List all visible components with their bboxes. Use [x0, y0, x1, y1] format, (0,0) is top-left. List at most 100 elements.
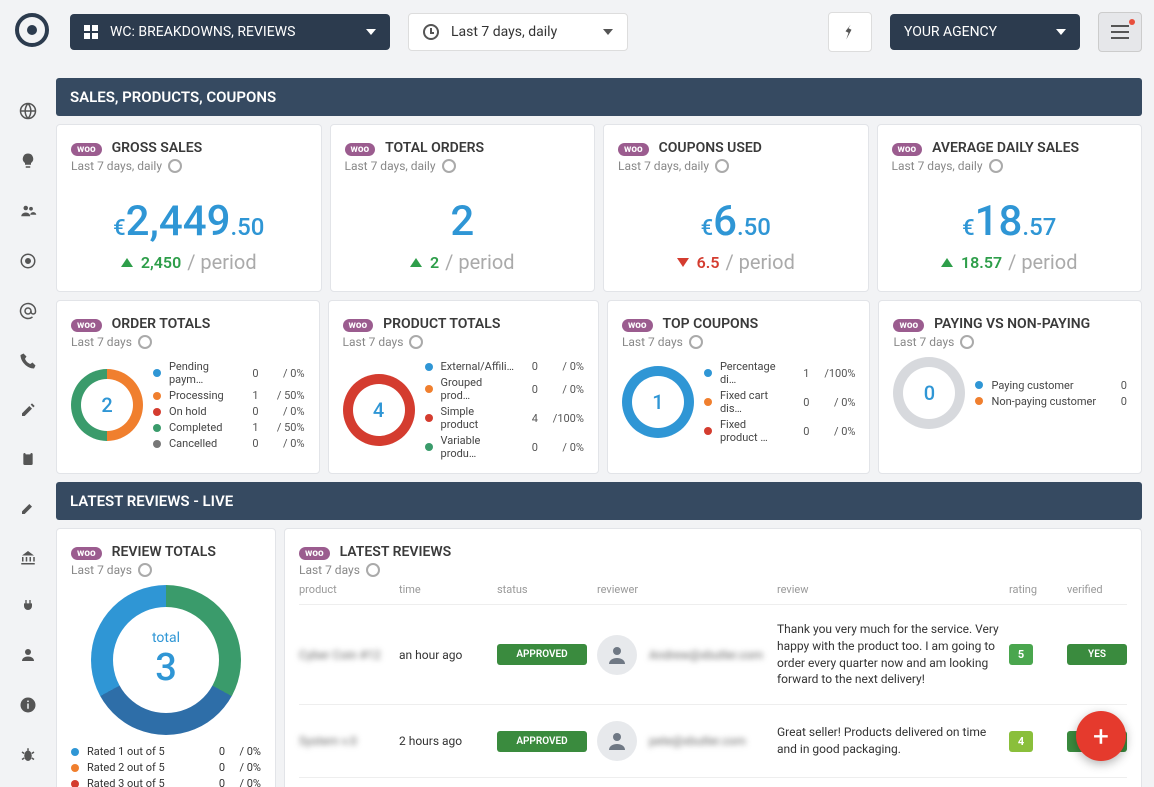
- view-dropdown[interactable]: WC: BREAKDOWNS, REVIEWS: [70, 14, 390, 50]
- card-title: COUPONS USED: [659, 140, 762, 156]
- clock-icon: [423, 24, 439, 40]
- legend-value: 0: [520, 383, 538, 396]
- legend-label: Completed: [169, 421, 235, 434]
- period-label: / period: [187, 250, 256, 274]
- woo-badge: woo: [71, 319, 102, 332]
- legend-pct: / 0%: [231, 745, 261, 758]
- card-sub: Last 7 days, daily: [71, 159, 162, 173]
- connections-button[interactable]: [828, 12, 872, 52]
- date-dropdown[interactable]: Last 7 days, daily: [408, 13, 628, 51]
- clipboard-icon[interactable]: [20, 450, 36, 472]
- legend-value: 1: [791, 367, 809, 380]
- legend-value: 0: [791, 396, 809, 409]
- card-sub: Last 7 days: [71, 335, 132, 349]
- legend-value: 0: [1109, 395, 1127, 408]
- legend-item: Pending paym…0/ 0%: [153, 360, 305, 386]
- delta: 2: [430, 253, 439, 272]
- agency-label: YOUR AGENCY: [904, 24, 997, 40]
- legend-label: Rated 2 out of 5: [87, 761, 201, 774]
- woo-badge: woo: [893, 319, 924, 332]
- card-top-coupons: woo TOP COUPONS Last 7 days 1 Percentage…: [607, 300, 871, 474]
- value-dec: .57: [1022, 213, 1056, 241]
- legend-dot: [71, 764, 79, 772]
- user-icon[interactable]: [19, 646, 37, 668]
- legend-pct: / 50%: [265, 421, 305, 434]
- menu-button[interactable]: [1098, 12, 1142, 52]
- delta: 6.5: [697, 253, 720, 272]
- legend-pct: /100%: [544, 412, 584, 425]
- currency: €: [701, 216, 714, 241]
- legend-top-coupons: Percentage di…1/100%Fixed cart dis…0/ 0%…: [704, 357, 856, 447]
- legend-review-totals: Rated 1 out of 50/ 0%Rated 2 out of 50/ …: [71, 745, 261, 787]
- total-label: total: [152, 630, 180, 646]
- legend-dot: [153, 408, 161, 416]
- card-product-totals: woo PRODUCT TOTALS Last 7 days 4 Externa…: [328, 300, 599, 474]
- card-sub: Last 7 days: [343, 335, 404, 349]
- legend-dot: [975, 397, 983, 405]
- add-fab[interactable]: +: [1076, 711, 1126, 761]
- arrow-up-icon: [941, 258, 953, 267]
- donut-center: 2: [81, 379, 133, 431]
- wand-icon[interactable]: [20, 500, 36, 520]
- cell-review: Thank you very much for the service. Ver…: [777, 621, 999, 688]
- reviewer-name: Andrew@xbutler.com: [649, 648, 763, 662]
- legend-item: Paying customer0: [975, 379, 1127, 392]
- rating-pill: 4: [1009, 731, 1033, 752]
- legend-label: Grouped prod…: [441, 376, 514, 402]
- value-dec: .50: [230, 213, 264, 241]
- legend-item: Grouped prod…0/ 0%: [425, 376, 584, 402]
- pencil-icon[interactable]: [20, 402, 36, 422]
- card-paying: woo PAYING VS NON-PAYING Last 7 days 0 P…: [878, 300, 1142, 474]
- woo-badge: woo: [71, 143, 102, 156]
- legend-item: Cancelled0/ 0%: [153, 437, 305, 450]
- legend-pct: / 0%: [815, 425, 855, 438]
- legend-item: Fixed cart dis…0/ 0%: [704, 389, 856, 415]
- legend-item: On hold0/ 0%: [153, 405, 305, 418]
- legend-pct: / 50%: [265, 389, 305, 402]
- view-label: WC: BREAKDOWNS, REVIEWS: [110, 24, 295, 40]
- card-title: ORDER TOTALS: [112, 316, 211, 332]
- legend-pct: / 0%: [265, 405, 305, 418]
- table-row[interactable]: System v.02 hours agoAPPROVEDPeter@xbutl…: [299, 777, 1127, 787]
- plug-icon[interactable]: [20, 598, 36, 618]
- seo-icon[interactable]: [19, 252, 37, 274]
- donut-paying: 0: [893, 357, 965, 429]
- card-title: PAYING VS NON-PAYING: [934, 316, 1090, 332]
- cell-time: an hour ago: [399, 648, 487, 662]
- card-title: REVIEW TOTALS: [112, 544, 216, 560]
- legend-dot: [153, 369, 161, 377]
- topbar: WC: BREAKDOWNS, REVIEWS Last 7 days, dai…: [0, 0, 1154, 64]
- globe-icon[interactable]: [19, 102, 37, 124]
- table-row[interactable]: System v.02 hours agoAPPROVEDpete@xbutle…: [299, 704, 1127, 777]
- legend-label: Non-paying customer: [991, 395, 1103, 408]
- col-product: product: [299, 583, 389, 596]
- card-title: TOTAL ORDERS: [385, 140, 484, 156]
- bulb-icon[interactable]: [19, 152, 37, 174]
- legend-item: Completed1/ 50%: [153, 421, 305, 434]
- section-reviews: LATEST REVIEWS - LIVE: [56, 482, 1142, 520]
- legend-dot: [425, 443, 433, 451]
- people-icon[interactable]: [19, 202, 37, 224]
- phone-icon[interactable]: [19, 352, 37, 374]
- bank-icon[interactable]: [19, 548, 37, 570]
- legend-item: External/Affili…0/ 0%: [425, 360, 584, 373]
- legend-value: 0: [207, 761, 225, 774]
- woo-badge: woo: [618, 143, 649, 156]
- at-icon[interactable]: [19, 302, 37, 324]
- bug-icon[interactable]: [19, 746, 37, 768]
- legend-item: Rated 2 out of 50/ 0%: [71, 761, 261, 774]
- total-value: 3: [155, 646, 177, 690]
- card-avg-daily: woo AVERAGE DAILY SALES Last 7 days, dai…: [877, 124, 1143, 292]
- col-verified: verified: [1067, 583, 1127, 596]
- info-icon[interactable]: [19, 696, 37, 718]
- period-label: / period: [1008, 250, 1077, 274]
- woo-badge: woo: [892, 143, 923, 156]
- legend-item: Processing1/ 50%: [153, 389, 305, 402]
- legend-dot: [71, 780, 79, 787]
- card-latest-reviews: woo LATEST REVIEWS Last 7 days product t…: [284, 528, 1142, 787]
- agency-dropdown[interactable]: YOUR AGENCY: [890, 14, 1080, 50]
- value-int: 18: [975, 197, 1023, 246]
- table-row[interactable]: Cyber Coin #12an hour agoAPPROVEDAndrew@…: [299, 604, 1127, 704]
- card-title: TOP COUPONS: [663, 316, 759, 332]
- legend-value: 0: [207, 745, 225, 758]
